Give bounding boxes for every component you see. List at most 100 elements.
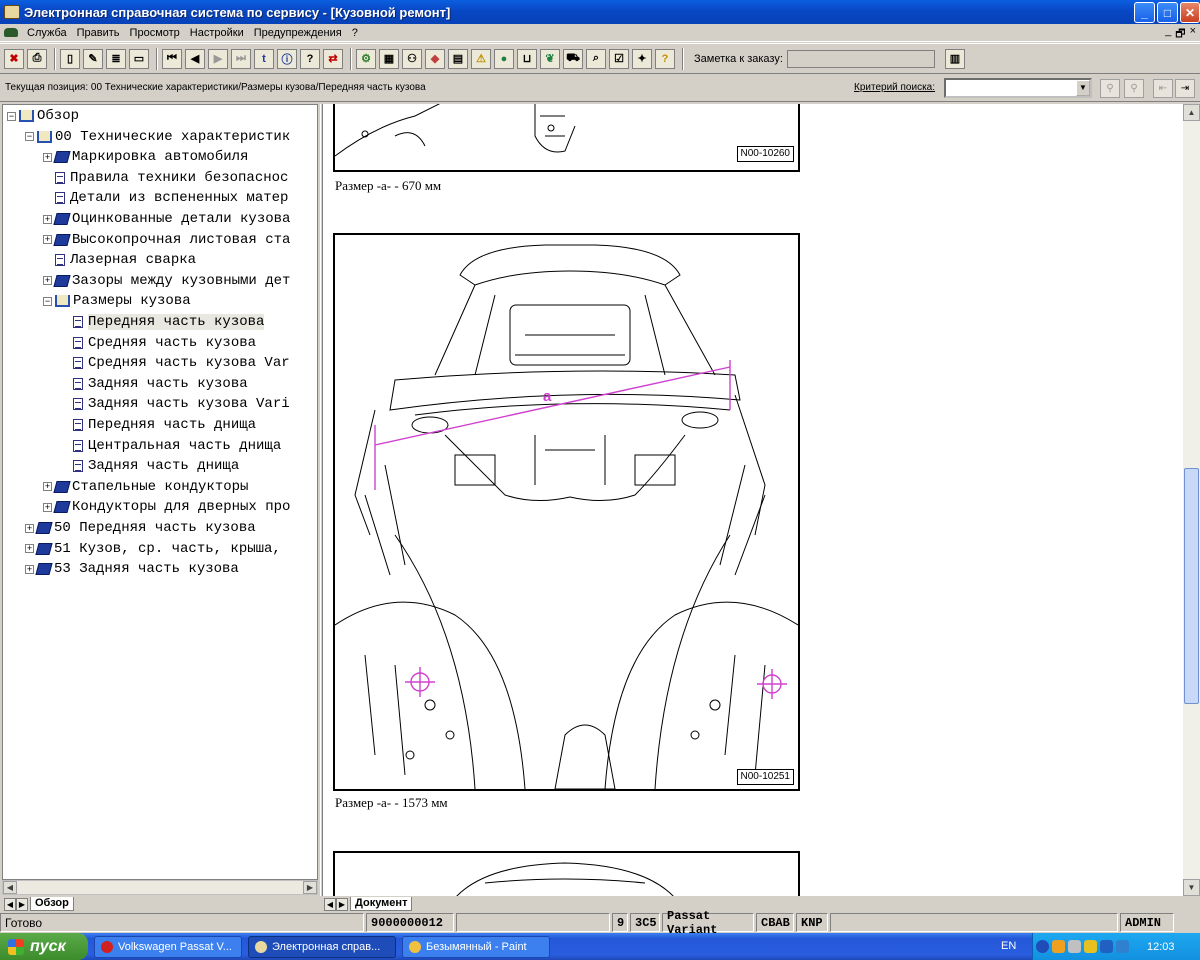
car-view-icon[interactable]: ⛟ xyxy=(563,48,583,69)
tab-scroll-left-icon[interactable]: ◀ xyxy=(4,897,16,911)
expand-icon[interactable]: + xyxy=(25,564,34,574)
form-icon[interactable]: ▤ xyxy=(448,48,468,69)
calculator-icon[interactable]: ▦ xyxy=(379,48,399,69)
expand-icon[interactable]: + xyxy=(43,482,52,492)
menu-warnings[interactable]: Предупреждения xyxy=(249,27,347,39)
close-button[interactable]: ✕ xyxy=(1180,2,1200,23)
tray-network-icon[interactable] xyxy=(1068,940,1081,953)
tree-node[interactable]: + Маркировка автомобиля xyxy=(43,147,248,167)
next-page-icon[interactable]: ▶ xyxy=(208,48,228,69)
search-next-icon[interactable]: ⚲ xyxy=(1124,79,1144,98)
language-indicator[interactable]: EN xyxy=(1001,940,1016,952)
tree-horizontal-scrollbar[interactable]: ◀ ▶ xyxy=(2,880,318,895)
network-icon[interactable]: ⚇ xyxy=(402,48,422,69)
menu-service[interactable]: Служба xyxy=(22,27,72,39)
tray-display-icon[interactable] xyxy=(1100,940,1113,953)
leaf-icon[interactable]: ❦ xyxy=(540,48,560,69)
scroll-right-icon[interactable]: ▶ xyxy=(303,881,317,894)
expand-icon[interactable]: + xyxy=(43,152,52,162)
tree-node[interactable]: Задняя часть кузова xyxy=(61,374,248,394)
previous-page-icon[interactable]: ◀ xyxy=(185,48,205,69)
start-button[interactable]: пуск xyxy=(0,933,88,960)
tree-node[interactable]: + Стапельные кондукторы xyxy=(43,477,248,497)
tab-scroll-right-icon[interactable]: ▶ xyxy=(16,897,28,911)
task-service-system[interactable]: Электронная справ... xyxy=(248,935,396,958)
checklist-icon[interactable]: ☑ xyxy=(609,48,629,69)
tree-node[interactable]: Средняя часть кузова Var xyxy=(61,353,290,373)
notes-help-icon[interactable]: ? xyxy=(655,48,675,69)
new-document-icon[interactable]: ▯ xyxy=(60,48,80,69)
tree-node[interactable]: Центральная часть днища xyxy=(61,436,281,456)
order-note-input[interactable] xyxy=(786,49,935,68)
tree-node[interactable]: Средняя часть кузова xyxy=(61,333,256,353)
expand-icon[interactable]: + xyxy=(43,276,52,286)
task-browser[interactable]: Volkswagen Passat V... xyxy=(94,935,242,958)
tree-node[interactable]: Передняя часть днища xyxy=(61,415,256,435)
tab-document[interactable]: Документ xyxy=(350,897,413,911)
maximize-button[interactable]: □ xyxy=(1157,2,1178,23)
search-criteria-input[interactable]: ▼ xyxy=(944,78,1092,98)
warning-icon[interactable]: ⚠ xyxy=(471,48,491,69)
tree-node[interactable]: Задняя часть кузова Vari xyxy=(61,394,290,414)
swap-icon[interactable]: ⇄ xyxy=(323,48,343,69)
document-list-icon[interactable]: ≣ xyxy=(106,48,126,69)
exit-icon[interactable]: ✖ xyxy=(4,48,24,69)
collapse-icon[interactable]: − xyxy=(7,111,16,121)
minimize-button[interactable]: _ xyxy=(1134,2,1155,23)
expand-icon[interactable]: + xyxy=(25,523,34,533)
tree-node[interactable]: − 00 Технические характеристик xyxy=(25,127,290,147)
tree-node[interactable]: Правила техники безопаснос xyxy=(43,168,288,188)
task-paint[interactable]: Безымянный - Paint xyxy=(402,935,550,958)
menu-edit[interactable]: Править xyxy=(72,27,125,39)
print-icon[interactable]: ⎙ xyxy=(27,48,47,69)
scroll-left-icon[interactable]: ◀ xyxy=(3,881,17,894)
collapse-icon[interactable]: − xyxy=(43,296,52,306)
info-icon[interactable]: ⓘ xyxy=(277,48,297,69)
bookmark-next-icon[interactable]: ⇥ xyxy=(1175,79,1195,98)
menu-help[interactable]: ? xyxy=(347,27,363,39)
chevron-down-icon[interactable]: ▼ xyxy=(1076,80,1090,96)
help-icon[interactable]: ? xyxy=(300,48,320,69)
globe-icon[interactable]: ● xyxy=(494,48,514,69)
tag-icon[interactable]: ◆ xyxy=(425,48,445,69)
tree-node[interactable]: Детали из вспененных матер xyxy=(43,188,288,208)
tray-app-icon[interactable] xyxy=(1052,940,1065,953)
tree-node[interactable]: +50 Передняя часть кузова xyxy=(25,518,256,538)
vehicle-icon[interactable]: ▭ xyxy=(129,48,149,69)
expand-icon[interactable]: + xyxy=(43,214,52,224)
tab-scroll-right-icon[interactable]: ▶ xyxy=(336,897,348,911)
tree-node[interactable]: Передняя часть кузова xyxy=(61,312,265,332)
tray-volume-icon[interactable] xyxy=(1116,940,1129,953)
tree-node[interactable]: + Кондукторы для дверных про xyxy=(43,497,290,517)
text-tool-icon[interactable]: t xyxy=(254,48,274,69)
expand-icon[interactable]: + xyxy=(43,235,52,245)
menu-view[interactable]: Просмотр xyxy=(125,27,185,39)
tree-node[interactable]: +53 Задняя часть кузова xyxy=(25,559,239,579)
menu-settings[interactable]: Настройки xyxy=(185,27,249,39)
tree-node[interactable]: − Размеры кузова xyxy=(43,291,191,311)
tray-shield-icon[interactable] xyxy=(1084,940,1097,953)
last-page-icon[interactable]: ⏭ xyxy=(231,48,251,69)
tab-scroll-left-icon[interactable]: ◀ xyxy=(324,897,336,911)
search-icon[interactable]: ⚲ xyxy=(1100,79,1120,98)
tools-icon[interactable]: ⚙ xyxy=(356,48,376,69)
tree-node[interactable]: − Обзор xyxy=(7,106,79,126)
first-page-icon[interactable]: ⏮ xyxy=(162,48,182,69)
tree-node[interactable]: + Оцинкованные детали кузова xyxy=(43,209,290,229)
search-car-icon[interactable]: ⌕ xyxy=(586,48,606,69)
bookmark-prev-icon[interactable]: ⇤ xyxy=(1153,79,1173,98)
mdi-restore-button[interactable]: 🗗 xyxy=(1175,25,1185,44)
tree-node[interactable]: + Высокопрочная листовая ста xyxy=(43,230,290,250)
clock[interactable]: 12:03 xyxy=(1147,941,1175,953)
mdi-close-button[interactable]: × xyxy=(1190,25,1196,44)
mdi-minimize-button[interactable]: _ xyxy=(1165,25,1171,44)
expand-icon[interactable]: + xyxy=(43,502,52,512)
edit-document-icon[interactable]: ✎ xyxy=(83,48,103,69)
parts-icon[interactable]: ✦ xyxy=(632,48,652,69)
note-settings-icon[interactable]: ▥ xyxy=(944,48,965,69)
tree-node[interactable]: Лазерная сварка xyxy=(43,250,196,270)
scroll-up-icon[interactable]: ▲ xyxy=(1183,104,1200,121)
scroll-down-icon[interactable]: ▼ xyxy=(1183,879,1200,896)
tab-overview[interactable]: Обзор xyxy=(30,897,74,911)
expand-icon[interactable]: + xyxy=(25,544,34,554)
